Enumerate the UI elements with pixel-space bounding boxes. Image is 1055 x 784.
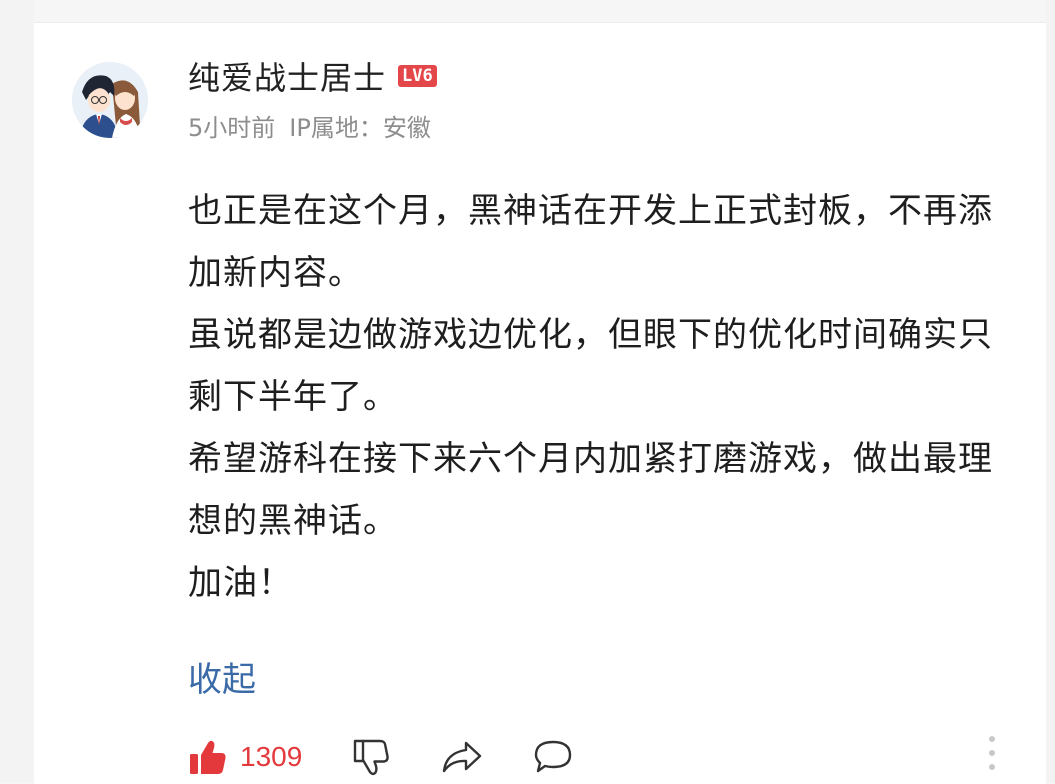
thumbs-up-icon: [190, 740, 226, 774]
more-vertical-icon: [989, 736, 995, 742]
more-vertical-icon: [989, 750, 995, 756]
level-badge: LV6: [398, 65, 437, 87]
avatar[interactable]: [72, 62, 148, 138]
like-button[interactable]: 1309: [188, 737, 302, 777]
reply-icon: [535, 740, 572, 773]
left-margin: [0, 0, 34, 783]
comment-paragraph: 加油！: [188, 563, 293, 603]
share-icon: [443, 741, 482, 773]
username-row: 纯爱战士居士 LV6: [188, 53, 437, 99]
comment-paragraph: 也正是在这个月，黑神话在开发上正式封板，不再添加新内容。: [188, 191, 993, 293]
action-bar: 1309: [188, 730, 574, 784]
dislike-button[interactable]: [352, 737, 392, 777]
collapse-link[interactable]: 收起: [188, 652, 256, 708]
avatar-illustration-icon: [72, 62, 148, 138]
comment-body: 也正是在这个月，黑神话在开发上正式封板，不再添加新内容。 虽说都是边做游戏边优化…: [188, 180, 1018, 614]
more-options-button[interactable]: [982, 736, 1002, 782]
timestamp: 5小时前: [188, 114, 276, 142]
username[interactable]: 纯爱战士居士: [188, 53, 386, 99]
thumbs-down-icon: [354, 739, 390, 776]
ip-location: IP属地：安徽: [289, 114, 431, 142]
share-button[interactable]: [440, 737, 484, 777]
comment-paragraph: 虽说都是边做游戏边优化，但眼下的优化时间确实只剩下半年了。: [188, 315, 993, 417]
more-vertical-icon: [989, 764, 995, 770]
reply-button[interactable]: [532, 737, 574, 777]
comment-meta: 5小时前 IP属地：安徽: [188, 108, 431, 143]
like-count: 1309: [240, 741, 303, 772]
comment-paragraph: 希望游科在接下来六个月内加紧打磨游戏，做出最理想的黑神话。: [188, 439, 993, 541]
right-margin: [1046, 0, 1055, 783]
